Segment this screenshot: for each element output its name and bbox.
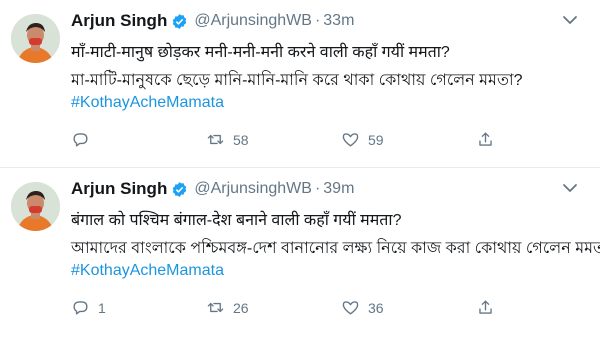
- retweet-button[interactable]: 58: [206, 130, 249, 149]
- tweet-actions: 58 59: [71, 130, 571, 154]
- separator: ·: [314, 180, 321, 197]
- reply-button[interactable]: [71, 130, 98, 149]
- tweet-actions: 1 26 36: [71, 298, 571, 322]
- verified-badge-icon: [173, 13, 187, 29]
- author-name[interactable]: Arjun Singh: [71, 11, 167, 31]
- like-count: 36: [368, 299, 384, 316]
- reply-icon: [73, 133, 88, 147]
- tweet-text-bengali: মা-মাটি-মানুষকে ছেড়ে মানি-মানি-মানি করে…: [71, 72, 523, 89]
- verified-badge-icon: [173, 181, 187, 197]
- retweet-count: 58: [233, 131, 249, 148]
- retweet-count: 26: [233, 299, 249, 316]
- like-button[interactable]: 36: [341, 298, 384, 317]
- hashtag-link[interactable]: #KothayAcheMamata: [71, 262, 224, 280]
- tweet[interactable]: Arjun Singh @ArjunsinghWB · 39m बंगाल को…: [0, 168, 600, 336]
- reply-count: 1: [98, 299, 106, 316]
- author-name[interactable]: Arjun Singh: [71, 179, 167, 199]
- share-icon: [479, 300, 492, 314]
- tweet-time[interactable]: 33m: [323, 12, 354, 30]
- chevron-down-icon[interactable]: [560, 10, 580, 30]
- tweet-text-bengali: আমাদের বাংলাকে পশ্চিমবঙ্গ-দেশ বানানোর লক…: [71, 240, 600, 257]
- retweet-icon: [207, 302, 224, 313]
- avatar[interactable]: [11, 14, 60, 63]
- share-button[interactable]: [476, 130, 495, 149]
- tweet-text-hindi: बंगाल को पश्चिम बंगाल-देश बनाने वाली कहा…: [71, 212, 402, 229]
- like-button[interactable]: 59: [341, 130, 384, 149]
- separator: ·: [314, 12, 321, 29]
- tweet-header: Arjun Singh @ArjunsinghWB · 33m: [71, 9, 354, 33]
- hashtag-link[interactable]: #KothayAcheMamata: [71, 94, 224, 112]
- share-button[interactable]: [476, 298, 495, 317]
- heart-icon: [342, 133, 359, 147]
- tweet-feed: Arjun Singh @ArjunsinghWB · 33m माँ-माटी…: [0, 0, 600, 338]
- tweet[interactable]: Arjun Singh @ArjunsinghWB · 33m माँ-माटी…: [0, 0, 600, 168]
- heart-icon: [342, 301, 359, 315]
- avatar-image: [11, 182, 60, 231]
- reply-icon: [73, 301, 88, 315]
- tweet-header: Arjun Singh @ArjunsinghWB · 39m: [71, 177, 354, 201]
- avatar-image: [11, 14, 60, 63]
- avatar[interactable]: [11, 182, 60, 231]
- author-handle[interactable]: @ArjunsinghWB: [194, 12, 312, 30]
- tweet-time[interactable]: 39m: [323, 180, 354, 198]
- reply-button[interactable]: 1: [71, 298, 106, 317]
- tweet-text-hindi: माँ-माटी-मानुष छोड़कर मनी-मनी-मनी करने व…: [71, 44, 450, 61]
- like-count: 59: [368, 131, 384, 148]
- retweet-icon: [207, 134, 224, 145]
- share-icon: [479, 132, 492, 146]
- author-handle[interactable]: @ArjunsinghWB: [194, 180, 312, 198]
- retweet-button[interactable]: 26: [206, 298, 249, 317]
- chevron-down-icon[interactable]: [560, 178, 580, 198]
